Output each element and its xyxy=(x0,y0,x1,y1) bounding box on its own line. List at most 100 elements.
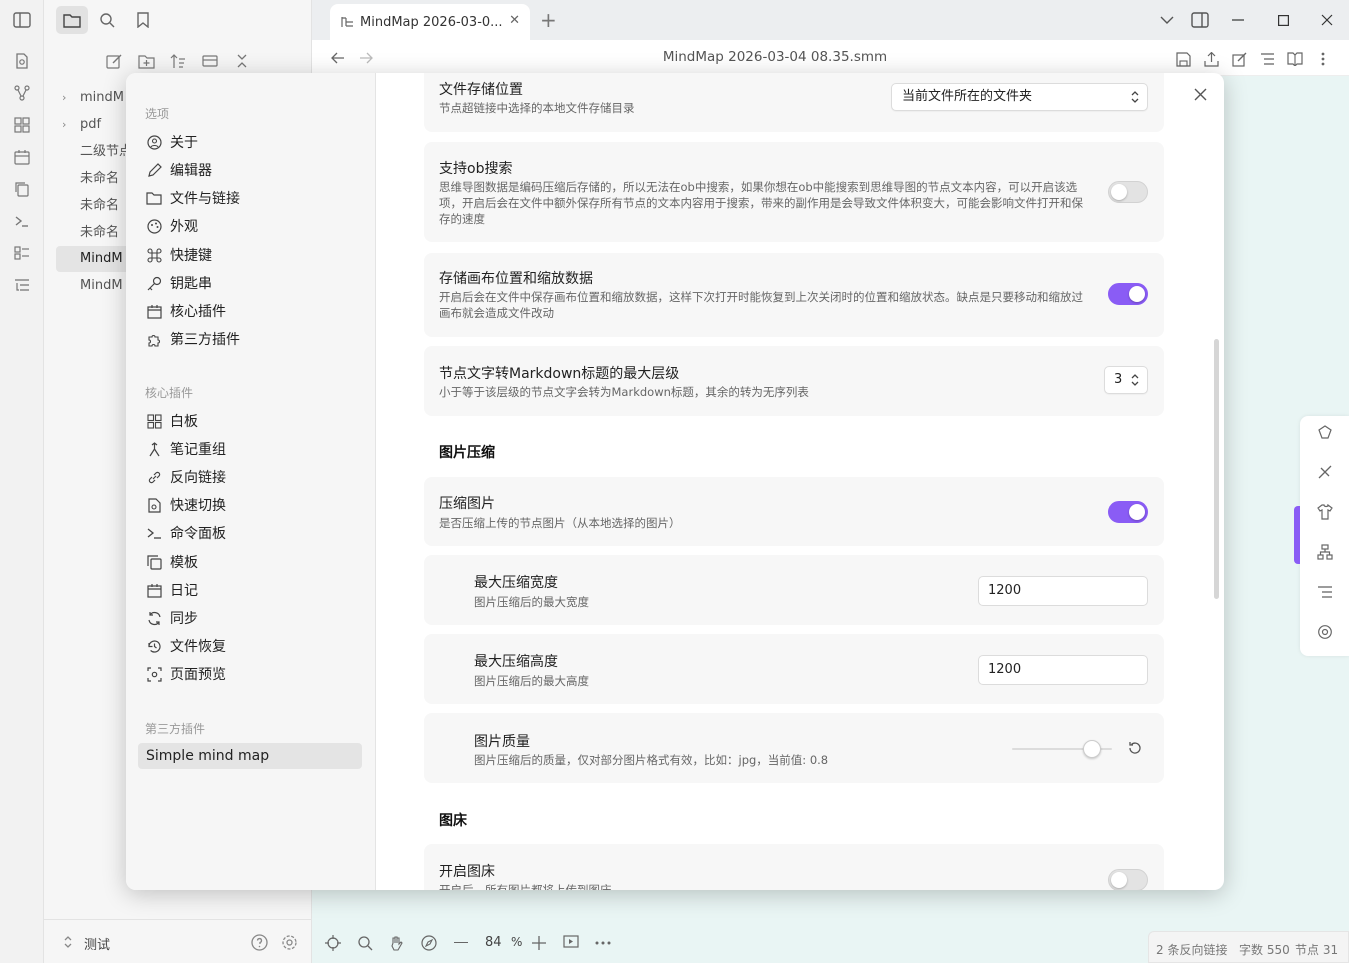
nav-keychain[interactable]: 钥匙串 xyxy=(138,270,362,296)
window-close-icon[interactable] xyxy=(1319,13,1335,27)
maximize-icon[interactable] xyxy=(1275,13,1291,27)
nav-quick-switcher[interactable]: 快速切换 xyxy=(138,492,362,518)
nav-label: 外观 xyxy=(170,219,198,235)
more-horizontal-icon[interactable] xyxy=(594,934,612,952)
md-level-select[interactable]: 3 xyxy=(1104,366,1148,394)
setting-desc: 思维导图数据是编码压缩后存储的，所以无法在ob中搜索，如果你想在ob中能搜索到思… xyxy=(439,180,1083,226)
save-icon[interactable] xyxy=(1174,50,1192,68)
nav-community-plugins[interactable]: 第三方插件 xyxy=(138,326,362,352)
file-search-icon[interactable] xyxy=(12,52,32,70)
minimize-icon[interactable] xyxy=(1230,13,1246,27)
help-icon[interactable] xyxy=(249,932,269,952)
zoom-in-icon[interactable] xyxy=(530,934,548,952)
section-title-image-bed: 图床 xyxy=(439,813,467,829)
new-note-icon[interactable] xyxy=(104,51,124,71)
node-style-icon[interactable] xyxy=(1316,423,1334,441)
sort-icon[interactable] xyxy=(168,51,188,71)
divider xyxy=(44,919,312,920)
copy-icon[interactable] xyxy=(12,180,32,198)
nav-files-links[interactable]: 文件与链接 xyxy=(138,185,362,211)
max-height-input[interactable]: 1200 xyxy=(978,655,1148,685)
collapse-all-icon[interactable] xyxy=(232,51,252,71)
folder-icon[interactable] xyxy=(60,10,84,30)
compress-toggle[interactable] xyxy=(1108,501,1148,523)
canvas-grid-icon[interactable] xyxy=(12,116,32,134)
setting-desc: 开启后，所有图片都将上传到图床 xyxy=(439,883,612,890)
right-sidebar-toggle-icon[interactable] xyxy=(1190,11,1210,29)
nav-core-plugins[interactable]: 核心插件 xyxy=(138,298,362,324)
nav-sync[interactable]: 同步 xyxy=(138,605,362,631)
terminal-icon[interactable] xyxy=(12,212,32,230)
search-icon[interactable] xyxy=(356,934,374,952)
nav-file-recovery[interactable]: 文件恢复 xyxy=(138,633,362,659)
reset-icon[interactable] xyxy=(1126,739,1144,757)
compass-icon[interactable] xyxy=(420,934,438,952)
list-icon[interactable] xyxy=(12,244,32,262)
view-title[interactable]: MindMap 2026-03-04 08.35.smm xyxy=(592,49,958,65)
chevron-down-icon[interactable] xyxy=(1158,12,1176,28)
view-header: MindMap 2026-03-04 08.35.smm xyxy=(312,40,1349,76)
tab-title: MindMap 2026-03-0... xyxy=(360,14,503,30)
forward-arrow-icon[interactable] xyxy=(358,50,374,66)
nav-note-composer[interactable]: 笔记重组 xyxy=(138,436,362,462)
nav-page-preview[interactable]: 页面预览 xyxy=(138,661,362,687)
nav-appearance[interactable]: 外观 xyxy=(138,213,362,239)
tools-icon[interactable] xyxy=(1316,463,1334,481)
vault-switch-icon[interactable] xyxy=(62,934,74,950)
puzzle-icon xyxy=(146,331,162,347)
storage-location-select[interactable]: 当前文件所在的文件夹 xyxy=(891,83,1148,111)
gear-icon[interactable] xyxy=(279,932,299,952)
chevron-right-icon: › xyxy=(62,118,67,131)
auto-reveal-icon[interactable] xyxy=(200,51,220,71)
graph-icon[interactable] xyxy=(12,84,32,102)
canvas-pos-toggle[interactable] xyxy=(1108,283,1148,305)
nav-backlinks[interactable]: 反向链接 xyxy=(138,464,362,490)
bookmark-icon[interactable] xyxy=(132,10,154,30)
book-icon[interactable] xyxy=(1286,50,1304,68)
close-icon[interactable] xyxy=(1192,86,1208,102)
zoom-out-icon[interactable] xyxy=(454,942,468,944)
outline-icon[interactable] xyxy=(12,276,32,294)
theme-shirt-icon[interactable] xyxy=(1316,503,1334,521)
nav-label: 页面预览 xyxy=(170,667,226,683)
locate-icon[interactable] xyxy=(324,934,342,952)
nav-about[interactable]: 关于 xyxy=(138,129,362,155)
setting-name: 最大压缩高度 xyxy=(474,654,558,670)
structure-tree-icon[interactable] xyxy=(1316,543,1334,561)
ob-search-toggle[interactable] xyxy=(1108,181,1148,203)
new-tab-button[interactable]: + xyxy=(540,8,557,32)
nav-editor[interactable]: 编辑器 xyxy=(138,157,362,183)
structure-icon[interactable] xyxy=(1258,50,1276,68)
vault-name[interactable]: 测试 xyxy=(84,934,110,953)
close-tab-icon[interactable]: ✕ xyxy=(509,13,520,28)
max-width-input[interactable]: 1200 xyxy=(978,576,1148,606)
search-icon[interactable] xyxy=(96,10,118,30)
export-icon[interactable] xyxy=(1202,50,1220,68)
select-arrows-icon xyxy=(1131,367,1139,386)
tab-mindmap[interactable]: MindMap 2026-03-0... ✕ xyxy=(330,4,530,40)
new-folder-icon[interactable] xyxy=(136,51,156,71)
nav-simple-mind-map[interactable]: Simple mind map xyxy=(138,743,362,769)
sync-icon xyxy=(146,610,162,626)
nav-hotkeys[interactable]: 快捷键 xyxy=(138,242,362,268)
zoom-value[interactable]: 84 xyxy=(485,935,502,950)
nav-templates[interactable]: 模板 xyxy=(138,549,362,575)
sidebar-toggle-icon[interactable] xyxy=(12,11,32,29)
edit-icon[interactable] xyxy=(1230,50,1248,68)
calendar-icon[interactable] xyxy=(12,148,32,166)
back-arrow-icon[interactable] xyxy=(330,50,346,66)
settings-icon[interactable] xyxy=(1316,623,1334,641)
nav-command-palette[interactable]: 命令面板 xyxy=(138,520,362,546)
hand-icon[interactable] xyxy=(388,934,406,952)
image-bed-toggle[interactable] xyxy=(1108,869,1148,890)
nav-label: 快速切换 xyxy=(170,498,226,514)
quality-slider-handle[interactable] xyxy=(1083,740,1101,758)
merge-icon xyxy=(146,441,162,457)
scrollbar-thumb[interactable] xyxy=(1214,339,1219,599)
outline-list-icon[interactable] xyxy=(1316,583,1334,601)
presentation-icon[interactable] xyxy=(562,934,580,952)
nav-canvas[interactable]: 白板 xyxy=(138,408,362,434)
more-options-icon[interactable] xyxy=(1316,50,1330,68)
nav-daily-notes[interactable]: 日记 xyxy=(138,577,362,603)
backlinks-count[interactable]: 2 条反向链接 xyxy=(1156,941,1227,958)
